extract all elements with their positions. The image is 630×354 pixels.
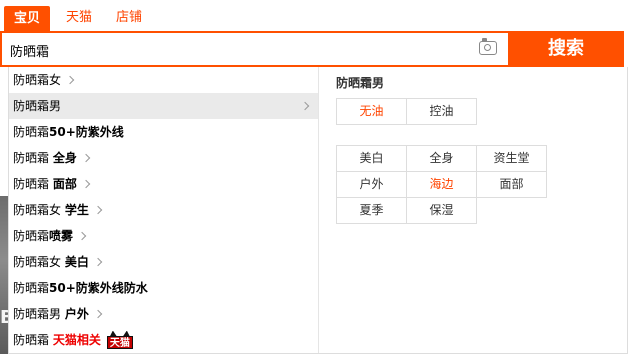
search-button[interactable]: 搜索 bbox=[508, 31, 624, 67]
suggestion-suffix: 学生 bbox=[64, 203, 89, 217]
tmall-cat-icon: 天猫 bbox=[106, 330, 133, 349]
tab-baobei[interactable]: 宝贝 bbox=[4, 6, 51, 31]
suggestion-prefix: 防晒霜 bbox=[13, 125, 50, 139]
suggestion-item[interactable]: 防晒霜女 学生 bbox=[9, 197, 318, 223]
chevron-right-icon bbox=[81, 153, 91, 162]
chevron-right-icon bbox=[81, 179, 91, 188]
tag-button[interactable]: 户外 bbox=[337, 172, 407, 198]
suggestion-item[interactable]: 防晒霜50+防紫外线 bbox=[9, 119, 318, 145]
panel-title: 防晒霜男 bbox=[336, 76, 385, 90]
suggestion-item-tmall[interactable]: 防晒霜 天猫相关 天猫 bbox=[9, 327, 318, 353]
suggestion-prefix: 防晒霜男 bbox=[13, 307, 65, 321]
suggestion-item[interactable]: 防晒霜女 美白 bbox=[9, 249, 318, 275]
suggestion-prefix: 防晒霜 bbox=[13, 281, 50, 295]
suggestion-prefix: 防晒霜女 bbox=[13, 203, 65, 217]
background-page-edge: B bbox=[0, 196, 14, 354]
tmall-related-label: 天猫相关 bbox=[52, 333, 101, 347]
suggestion-item[interactable]: 防晒霜 全身 bbox=[9, 145, 318, 171]
tab-tmall[interactable]: 天猫 bbox=[56, 6, 102, 29]
suggestion-prefix: 防晒霜 bbox=[13, 229, 50, 243]
tag-button[interactable]: 面部 bbox=[477, 172, 547, 198]
suggestion-item[interactable]: 防晒霜 面部 bbox=[9, 171, 318, 197]
suggestion-suffix: 全身 bbox=[52, 151, 77, 165]
chevron-right-icon bbox=[65, 75, 75, 84]
chevron-right-icon bbox=[93, 257, 103, 266]
suggestion-item[interactable]: 防晒霜喷雾 bbox=[9, 223, 318, 249]
chevron-right-icon bbox=[93, 205, 103, 214]
search-type-tabs: 宝贝 天猫 店铺 bbox=[0, 0, 630, 31]
suggestion-item-active[interactable]: 防晒霜男 bbox=[9, 93, 318, 119]
suggestion-suffix: 50+防紫外线 bbox=[49, 125, 124, 139]
search-input[interactable] bbox=[8, 36, 474, 64]
camera-icon[interactable] bbox=[479, 38, 497, 55]
suggestion-suffix: 户外 bbox=[64, 307, 89, 321]
suggestion-item[interactable]: 防晒霜男 户外 bbox=[9, 301, 318, 327]
tag-group-oil: 无油 控油 bbox=[336, 98, 477, 125]
tag-button[interactable]: 无油 bbox=[337, 99, 407, 125]
tag-button[interactable]: 全身 bbox=[407, 146, 477, 172]
tag-button[interactable]: 保湿 bbox=[407, 198, 477, 224]
suggestion-prefix: 防晒霜 bbox=[13, 333, 53, 347]
suggestion-prefix: 防晒霜女 bbox=[13, 255, 65, 269]
suggestion-list: 防晒霜女 防晒霜男 防晒霜50+防紫外线 防晒霜 全身 防晒霜 面部 防晒霜女 … bbox=[9, 67, 319, 353]
suggestion-item[interactable]: 防晒霜女 bbox=[9, 67, 318, 93]
tmall-badge-label: 天猫 bbox=[106, 335, 133, 349]
suggestion-item[interactable]: 防晒霜50+防紫外线防水 bbox=[9, 275, 318, 301]
suggestion-suffix: 50+防紫外线防水 bbox=[49, 281, 148, 295]
tab-shop[interactable]: 店铺 bbox=[106, 6, 152, 29]
tag-button[interactable]: 海边 bbox=[407, 172, 477, 198]
chevron-right-icon bbox=[300, 101, 310, 111]
tag-button[interactable]: 美白 bbox=[337, 146, 407, 172]
chevron-right-icon bbox=[93, 309, 103, 318]
chevron-right-icon bbox=[77, 231, 87, 240]
tag-group-attributes: 美白 全身 资生堂 户外 海边 面部 夏季 保湿 bbox=[336, 145, 547, 224]
tag-button[interactable]: 资生堂 bbox=[477, 146, 547, 172]
suggestion-prefix: 防晒霜 bbox=[13, 177, 53, 191]
suggestion-prefix: 防晒霜 bbox=[13, 151, 53, 165]
suggestion-dropdown: 防晒霜女 防晒霜男 防晒霜50+防紫外线 防晒霜 全身 防晒霜 面部 防晒霜女 … bbox=[8, 67, 628, 354]
suggestion-suffix: 美白 bbox=[64, 255, 89, 269]
suggestion-suffix: 喷雾 bbox=[49, 229, 74, 243]
suggestion-prefix: 防晒霜男 bbox=[13, 99, 62, 113]
suggestion-prefix: 防晒霜女 bbox=[13, 73, 62, 87]
suggestion-detail-panel: 防晒霜男 无油 控油 美白 全身 资生堂 户外 海边 面部 夏季 保湿 bbox=[336, 67, 626, 353]
suggestion-suffix: 面部 bbox=[52, 177, 77, 191]
tag-button[interactable]: 控油 bbox=[407, 99, 477, 125]
tag-button[interactable]: 夏季 bbox=[337, 198, 407, 224]
